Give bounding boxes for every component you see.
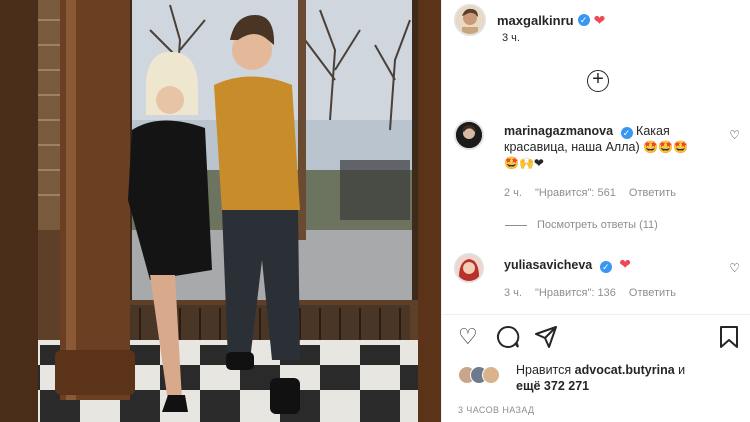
verified-badge-icon: ✓ [577, 14, 590, 26]
comment-username[interactable]: marinagazmanova [504, 124, 613, 138]
likes-text: Нравится advocat.butyrina и ещё 372 271 [516, 362, 716, 394]
reply-button[interactable]: Ответить [629, 287, 676, 299]
plus-circle-icon[interactable]: + [587, 69, 609, 92]
likes-user[interactable]: advocat.butyrina [575, 363, 675, 377]
verified-badge-icon: ✓ [620, 127, 633, 139]
photo-illustration [0, 0, 441, 422]
author-avatar[interactable] [454, 4, 486, 36]
post-sidebar: maxgalkinru ✓ ❤ 3 ч. + marinagazmanova ✓… [441, 0, 750, 422]
heart-outline-icon[interactable]: ♡ [458, 324, 478, 350]
comment-item: marinagazmanova ✓ Какая красавица, наша … [454, 120, 750, 199]
comment-bubble-icon-graphic [497, 325, 520, 348]
comment-meta: 2 ч. "Нравится": 561 Ответить [504, 187, 686, 199]
commenter-avatar-image [456, 122, 482, 148]
post-time: 3 ч. [502, 32, 520, 44]
paper-plane-icon[interactable] [534, 324, 558, 355]
author-avatar-image [456, 6, 484, 34]
comment-emojis: ❤ [619, 256, 631, 272]
post-photo[interactable] [0, 0, 441, 422]
comment-item: yuliasavicheva ✓ ❤ ♡ 3 ч. "Нравится": 13… [454, 253, 750, 299]
commenter-avatar[interactable] [454, 120, 484, 150]
post-header: maxgalkinru ✓ ❤ [454, 0, 750, 40]
likes-prefix: Нравится [516, 363, 572, 377]
commenter-avatar[interactable] [454, 253, 484, 283]
comment-time: 3 ч. [504, 287, 522, 299]
liker-avatar [482, 366, 500, 384]
commenter-avatar-image [456, 255, 482, 281]
liker-avatars [458, 366, 510, 386]
comment-text: yuliasavicheva ✓ ❤ [504, 256, 729, 273]
heart-icon: ❤ [593, 11, 606, 28]
comment-like-icon[interactable]: ♡ [729, 128, 740, 142]
author-username[interactable]: maxgalkinru [497, 13, 574, 28]
comment-text: marinagazmanova ✓ Какая красавица, наша … [504, 123, 729, 171]
comment-emojis: 🤩🤩🤩 [643, 140, 688, 154]
comment-like-icon[interactable]: ♡ [729, 261, 740, 275]
reply-button[interactable]: Ответить [629, 187, 676, 199]
comment-likes[interactable]: "Нравится": 136 [535, 287, 616, 299]
post-actions: ♡ [458, 324, 740, 352]
bookmark-icon[interactable] [718, 324, 740, 355]
comment-emojis-line2: 🤩🙌❤ [504, 156, 544, 170]
comment-meta: 3 ч. "Нравится": 136 Ответить [504, 287, 686, 299]
replies-divider-line [505, 224, 527, 226]
likes-and: и [678, 363, 686, 377]
comment-time: 2 ч. [504, 187, 522, 199]
view-replies-label: Посмотреть ответы (11) [537, 219, 658, 231]
actions-divider [442, 314, 750, 315]
likes-count[interactable]: ещё 372 271 [516, 379, 589, 393]
paper-plane-icon-graphic [535, 326, 557, 348]
comment-username[interactable]: yuliasavicheva [504, 258, 592, 272]
bookmark-icon-graphic [720, 326, 738, 348]
comment-bubble-icon[interactable] [496, 324, 520, 355]
view-replies-button[interactable]: Посмотреть ответы (11) [505, 219, 658, 231]
posted-ago: 3 ЧАСОВ НАЗАД [458, 405, 535, 415]
comment-likes[interactable]: "Нравится": 561 [535, 187, 616, 199]
instagram-post: maxgalkinru ✓ ❤ 3 ч. + marinagazmanova ✓… [0, 0, 750, 422]
verified-badge-icon: ✓ [599, 261, 612, 273]
